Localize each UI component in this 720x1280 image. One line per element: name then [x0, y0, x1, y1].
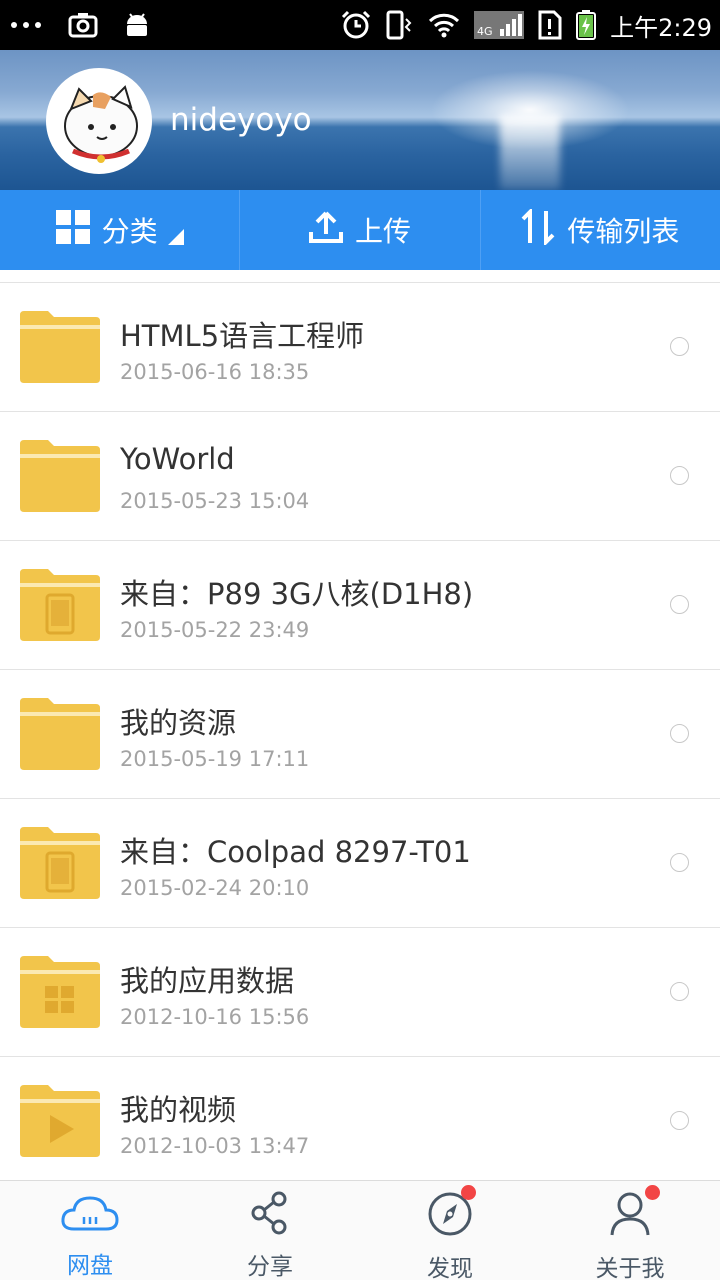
- clock-time: 上午2:29: [610, 13, 712, 42]
- device-folder-icon: [20, 569, 100, 641]
- dropdown-caret-icon: [167, 229, 184, 245]
- avatar[interactable]: [46, 68, 152, 174]
- nav-label-share: 分享: [247, 1254, 293, 1280]
- wifi-icon: [428, 12, 460, 38]
- folder-icon: [20, 698, 100, 770]
- upload-button[interactable]: 上传: [239, 190, 479, 270]
- nav-share[interactable]: 分享: [180, 1181, 360, 1280]
- action-bar: 分类 上传 传输列表: [0, 190, 720, 270]
- category-button[interactable]: 分类: [0, 190, 239, 270]
- file-name: 我的资源: [120, 706, 237, 740]
- file-row[interactable]: 我的资源 2015-05-19 17:11: [0, 670, 720, 799]
- banner-sun-reflection: [500, 115, 560, 190]
- file-name: HTML5语言工程师: [120, 319, 365, 353]
- folder-icon: [20, 440, 100, 512]
- signal-4g-icon: 4G: [474, 10, 525, 40]
- upload-icon: [308, 210, 343, 251]
- file-name: YoWorld: [120, 442, 235, 476]
- username: nideyoyo: [170, 102, 312, 138]
- transfer-arrows-icon: [521, 206, 555, 252]
- file-date: 2015-06-16 18:35: [120, 360, 310, 384]
- file-date: 2012-10-03 13:47: [120, 1134, 310, 1158]
- nav-discover[interactable]: 发现: [360, 1181, 540, 1280]
- select-radio[interactable]: [670, 337, 689, 356]
- file-date: 2015-05-19 17:11: [120, 747, 310, 771]
- alarm-icon: [340, 10, 372, 40]
- category-label: 分类: [101, 215, 158, 248]
- svg-text:4G: 4G: [477, 25, 493, 38]
- status-bar: 4G 上午2:29: [0, 0, 720, 50]
- select-radio[interactable]: [670, 1111, 689, 1130]
- notification-badge: [461, 1185, 476, 1200]
- file-row[interactable]: HTML5语言工程师 2015-06-16 18:35: [0, 283, 720, 412]
- vibrate-icon: [386, 10, 414, 40]
- share-icon: [250, 1191, 290, 1235]
- file-name: 我的应用数据: [120, 964, 295, 998]
- profile-header: nideyoyo: [0, 50, 720, 190]
- file-row[interactable]: 我的应用数据 2012-10-16 15:56: [0, 928, 720, 1057]
- video-folder-icon: [20, 1085, 100, 1157]
- screenshot-icon: [68, 12, 98, 38]
- select-radio[interactable]: [670, 466, 689, 485]
- compass-icon: [427, 1185, 476, 1237]
- nav-cloud-drive[interactable]: 网盘: [0, 1181, 180, 1280]
- nav-about-me[interactable]: 关于我: [540, 1181, 720, 1280]
- file-row[interactable]: YoWorld 2015-05-23 15:04: [0, 412, 720, 541]
- file-name: 来自：P89 3G八核(D1H8): [120, 577, 474, 611]
- select-radio[interactable]: [670, 724, 689, 743]
- file-list: HTML5语言工程师 2015-06-16 18:35 YoWorld 2015…: [0, 282, 720, 1186]
- cloud-icon: [60, 1191, 120, 1234]
- select-radio[interactable]: [670, 595, 689, 614]
- person-icon: [609, 1185, 660, 1237]
- transfer-list-label: 传输列表: [567, 215, 680, 248]
- file-name: 我的视频: [120, 1093, 237, 1127]
- apps-folder-icon: [20, 956, 100, 1028]
- file-date: 2012-10-16 15:56: [120, 1005, 310, 1029]
- sim-alert-icon: [538, 10, 562, 40]
- nav-label-discover: 发现: [427, 1256, 473, 1280]
- file-date: 2015-05-22 23:49: [120, 618, 310, 642]
- file-row[interactable]: 我的视频 2012-10-03 13:47: [0, 1057, 720, 1186]
- nav-label-cloud-drive: 网盘: [67, 1253, 113, 1279]
- more-dots-icon: [10, 21, 42, 29]
- select-radio[interactable]: [670, 853, 689, 872]
- folder-icon: [20, 311, 100, 383]
- device-folder-icon: [20, 827, 100, 899]
- grid-icon: [55, 209, 90, 251]
- upload-label: 上传: [354, 215, 411, 248]
- transfer-list-button[interactable]: 传输列表: [479, 190, 720, 270]
- nav-label-about-me: 关于我: [595, 1256, 665, 1280]
- battery-icon: [576, 10, 597, 40]
- select-radio[interactable]: [670, 982, 689, 1001]
- file-name: 来自：Coolpad 8297-T01: [120, 835, 471, 869]
- file-date: 2015-02-24 20:10: [120, 876, 310, 900]
- notification-badge: [645, 1185, 660, 1200]
- file-date: 2015-05-23 15:04: [120, 489, 310, 513]
- file-row[interactable]: 来自：Coolpad 8297-T01 2015-02-24 20:10: [0, 799, 720, 928]
- android-icon: [124, 12, 150, 38]
- file-row[interactable]: 来自：P89 3G八核(D1H8) 2015-05-22 23:49: [0, 541, 720, 670]
- bottom-nav: 网盘 分享 发现 关于我: [0, 1180, 720, 1280]
